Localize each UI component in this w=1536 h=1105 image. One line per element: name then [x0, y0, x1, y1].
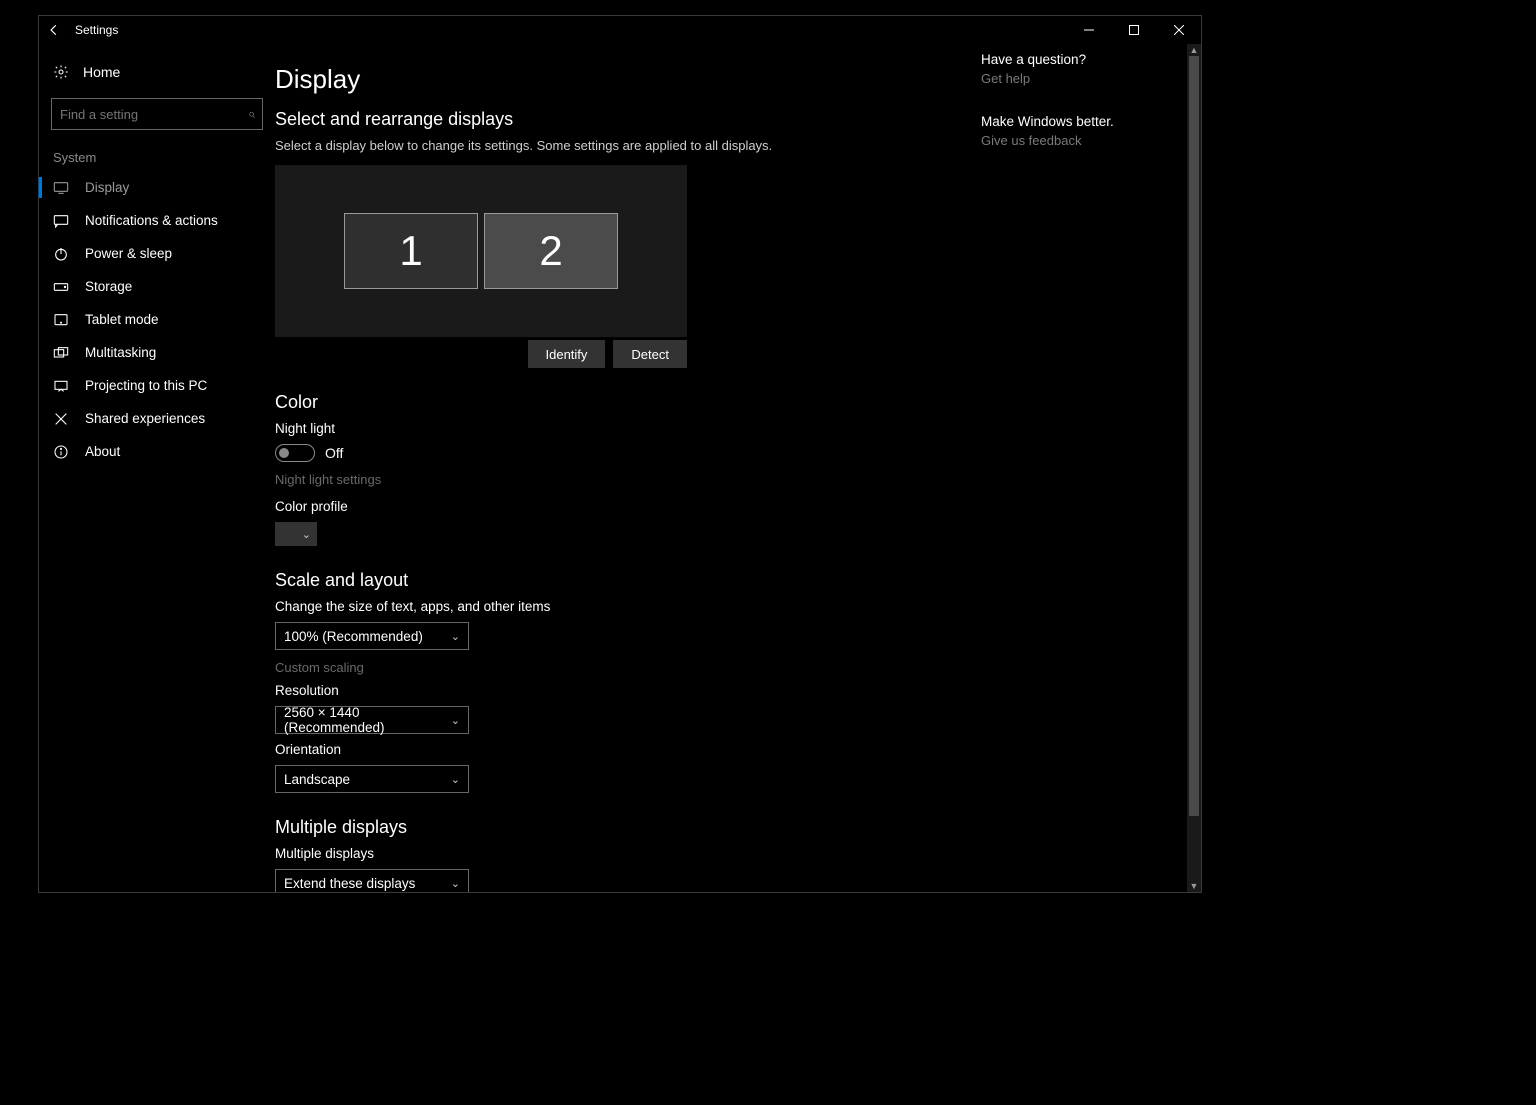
- content: Display Select and rearrange displays Se…: [275, 44, 981, 892]
- sidebar-item-label: Tablet mode: [85, 312, 159, 327]
- sidebar-item-label: Power & sleep: [85, 246, 172, 261]
- chevron-down-icon: ⌄: [451, 773, 460, 786]
- tablet-icon: [53, 312, 69, 328]
- home-link[interactable]: Home: [39, 54, 275, 90]
- orientation-label: Orientation: [275, 742, 971, 761]
- sidebar-item-storage[interactable]: Storage: [39, 270, 275, 303]
- home-label: Home: [83, 64, 120, 80]
- search-input[interactable]: [51, 98, 263, 130]
- scrollbar[interactable]: ▲ ▼: [1187, 44, 1201, 892]
- search-icon: ⌕: [248, 106, 255, 122]
- titlebar: Settings: [39, 16, 1201, 44]
- text-size-value: 100% (Recommended): [284, 629, 423, 644]
- scroll-up-icon[interactable]: ▲: [1187, 44, 1201, 56]
- power-icon: [53, 246, 69, 262]
- chevron-down-icon: ⌄: [302, 528, 311, 541]
- get-help-link[interactable]: Get help: [981, 71, 1179, 114]
- sidebar-item-label: Storage: [85, 279, 132, 294]
- chat-icon: [53, 213, 69, 229]
- sidebar-item-label: Display: [85, 180, 129, 195]
- text-size-label: Change the size of text, apps, and other…: [275, 599, 971, 618]
- multi-value: Extend these displays: [284, 876, 415, 891]
- scroll-thumb[interactable]: [1189, 56, 1199, 816]
- maximize-button[interactable]: [1111, 16, 1156, 44]
- question-heading: Have a question?: [981, 52, 1179, 71]
- arrange-description: Select a display below to change its set…: [275, 138, 971, 165]
- sidebar-item-tablet[interactable]: Tablet mode: [39, 303, 275, 336]
- sidebar-item-about[interactable]: About: [39, 435, 275, 468]
- sidebar-item-label: Projecting to this PC: [85, 378, 207, 393]
- orientation-value: Landscape: [284, 772, 350, 787]
- night-light-state: Off: [325, 445, 343, 461]
- multi-combo[interactable]: Extend these displays ⌄: [275, 869, 469, 892]
- sidebar-item-label: Multitasking: [85, 345, 156, 360]
- sidebar-item-notifications[interactable]: Notifications & actions: [39, 204, 275, 237]
- sidebar: Home ⌕ System Display Notifications & ac…: [39, 44, 275, 892]
- sidebar-item-power[interactable]: Power & sleep: [39, 237, 275, 270]
- page-title: Display: [275, 64, 971, 109]
- gear-icon: [53, 64, 69, 80]
- detect-button[interactable]: Detect: [613, 340, 687, 368]
- monitor-icon: [53, 180, 69, 196]
- arrange-heading: Select and rearrange displays: [275, 109, 971, 138]
- feedback-link[interactable]: Give us feedback: [981, 133, 1179, 176]
- back-button[interactable]: [39, 16, 69, 44]
- scroll-down-icon[interactable]: ▼: [1187, 880, 1201, 892]
- sidebar-item-projecting[interactable]: Projecting to this PC: [39, 369, 275, 402]
- share-icon: [53, 411, 69, 427]
- chevron-down-icon: ⌄: [451, 877, 460, 890]
- feedback-heading: Make Windows better.: [981, 114, 1179, 133]
- info-icon: [53, 444, 69, 460]
- project-icon: [53, 378, 69, 394]
- window-controls: [1066, 16, 1201, 44]
- search-box[interactable]: ⌕: [51, 98, 263, 130]
- sidebar-section-label: System: [39, 130, 275, 171]
- chevron-down-icon: ⌄: [451, 714, 460, 727]
- main: Display Select and rearrange displays Se…: [275, 44, 1201, 892]
- sidebar-item-label: Notifications & actions: [85, 213, 218, 228]
- sidebar-item-label: Shared experiences: [85, 411, 205, 426]
- night-light-toggle[interactable]: [275, 444, 315, 462]
- text-size-combo[interactable]: 100% (Recommended) ⌄: [275, 622, 469, 650]
- custom-scaling-link[interactable]: Custom scaling: [275, 650, 971, 675]
- window-body: Home ⌕ System Display Notifications & ac…: [39, 44, 1201, 892]
- window-title: Settings: [69, 23, 118, 37]
- sidebar-item-display[interactable]: Display: [39, 171, 275, 204]
- scale-heading: Scale and layout: [275, 570, 971, 599]
- color-heading: Color: [275, 392, 971, 421]
- minimize-button[interactable]: [1066, 16, 1111, 44]
- drive-icon: [53, 279, 69, 295]
- color-profile-label: Color profile: [275, 499, 971, 518]
- sidebar-item-label: About: [85, 444, 120, 459]
- multitask-icon: [53, 345, 69, 361]
- right-column: Have a question? Get help Make Windows b…: [981, 44, 1187, 892]
- identify-button[interactable]: Identify: [528, 340, 606, 368]
- settings-window: Settings Home: [38, 15, 1202, 893]
- multi-heading: Multiple displays: [275, 817, 971, 846]
- night-light-label: Night light: [275, 421, 971, 440]
- sidebar-item-multitasking[interactable]: Multitasking: [39, 336, 275, 369]
- resolution-combo[interactable]: 2560 × 1440 (Recommended) ⌄: [275, 706, 469, 734]
- display-1[interactable]: 1: [344, 213, 478, 289]
- close-button[interactable]: [1156, 16, 1201, 44]
- orientation-combo[interactable]: Landscape ⌄: [275, 765, 469, 793]
- chevron-down-icon: ⌄: [451, 630, 460, 643]
- resolution-label: Resolution: [275, 683, 971, 702]
- multi-label: Multiple displays: [275, 846, 971, 865]
- display-arrangement[interactable]: 1 2: [275, 165, 687, 337]
- resolution-value: 2560 × 1440 (Recommended): [284, 705, 451, 735]
- sidebar-item-shared[interactable]: Shared experiences: [39, 402, 275, 435]
- display-2[interactable]: 2: [484, 213, 618, 289]
- night-light-settings-link[interactable]: Night light settings: [275, 462, 971, 487]
- color-profile-combo[interactable]: ⌄: [275, 522, 317, 546]
